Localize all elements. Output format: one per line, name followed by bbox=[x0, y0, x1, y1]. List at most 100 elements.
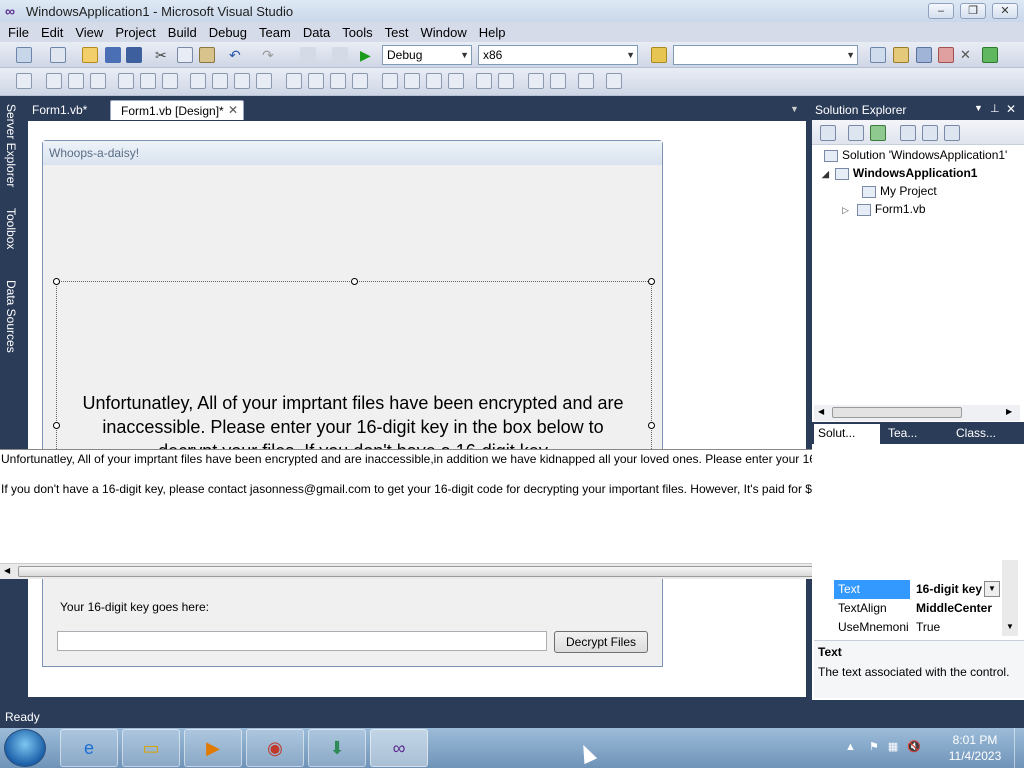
tab-solution-explorer[interactable]: Solut... bbox=[814, 424, 880, 444]
increase-vertical-spacing-icon[interactable] bbox=[404, 73, 420, 89]
vertical-spacing-icon[interactable] bbox=[382, 73, 398, 89]
remove-vertical-spacing-icon[interactable] bbox=[448, 73, 464, 89]
resize-handle[interactable] bbox=[648, 422, 655, 429]
solution-platform-select[interactable]: x86 ▼ bbox=[478, 45, 638, 65]
menu-file[interactable]: File bbox=[2, 25, 35, 40]
open-folder-icon[interactable] bbox=[82, 47, 98, 63]
show-desktop-button[interactable] bbox=[1014, 728, 1024, 768]
navigate-backward-icon[interactable] bbox=[300, 47, 316, 63]
tree-project[interactable]: ◢ WindowsApplication1 bbox=[822, 166, 977, 180]
menu-edit[interactable]: Edit bbox=[35, 25, 69, 40]
property-value[interactable]: True bbox=[916, 620, 986, 634]
tree-my-project[interactable]: My Project bbox=[862, 184, 937, 198]
clock[interactable]: 8:01 PM 11/4/2023 bbox=[940, 732, 1010, 764]
tab-team-explorer[interactable]: Tea... bbox=[884, 424, 921, 444]
new-project-icon[interactable] bbox=[16, 47, 32, 63]
menu-data[interactable]: Data bbox=[297, 25, 336, 40]
action-center-icon[interactable]: ⚑ bbox=[869, 741, 879, 753]
save-all-icon[interactable] bbox=[126, 47, 142, 63]
start-page-icon[interactable] bbox=[982, 47, 998, 63]
resize-handle[interactable] bbox=[53, 422, 60, 429]
solution-explorer-hscrollbar[interactable]: ◀ ▶ bbox=[814, 405, 1020, 421]
editor-hscroll-thumb[interactable] bbox=[18, 566, 924, 577]
collapse-icon[interactable]: ◢ bbox=[822, 169, 829, 179]
properties-scrollbar[interactable]: ▼ bbox=[1002, 560, 1018, 636]
property-row-text[interactable]: Text 16-digit key ▼ bbox=[834, 580, 1016, 599]
property-row-usemnemonic[interactable]: UseMnemoni True bbox=[834, 618, 1016, 637]
tools-icon[interactable]: ✕ bbox=[960, 47, 976, 63]
start-button[interactable] bbox=[4, 729, 46, 767]
tab-class-view[interactable]: Class... bbox=[952, 424, 1000, 444]
dropdown-arrow-icon[interactable]: ▼ bbox=[984, 581, 1000, 597]
menu-tools[interactable]: Tools bbox=[336, 25, 378, 40]
align-lefts-icon[interactable] bbox=[46, 73, 62, 89]
find-combo[interactable]: ▼ bbox=[673, 45, 858, 65]
property-value[interactable]: MiddleCenter bbox=[916, 601, 1006, 615]
menu-view[interactable]: View bbox=[69, 25, 109, 40]
server-explorer-tab[interactable]: Server Explorer bbox=[2, 104, 18, 187]
copy-icon[interactable] bbox=[177, 47, 193, 63]
tree-solution[interactable]: Solution 'WindowsApplication1' bbox=[824, 148, 1007, 162]
align-middles-icon[interactable] bbox=[140, 73, 156, 89]
scroll-left-icon[interactable]: ◀ bbox=[4, 566, 10, 575]
view-designer-icon[interactable] bbox=[922, 125, 938, 141]
make-same-height-icon[interactable] bbox=[234, 73, 250, 89]
align-centers-icon[interactable] bbox=[68, 73, 84, 89]
horizontal-spacing-icon[interactable] bbox=[286, 73, 302, 89]
bring-to-front-icon[interactable] bbox=[528, 73, 544, 89]
make-same-width-icon[interactable] bbox=[190, 73, 206, 89]
chrome-icon[interactable]: ◉ bbox=[246, 729, 304, 767]
close-pane-icon[interactable]: ✕ bbox=[1006, 102, 1016, 116]
internet-explorer-icon[interactable]: e bbox=[60, 729, 118, 767]
solution-explorer-icon[interactable] bbox=[870, 47, 886, 63]
minimize-button[interactable]: – bbox=[928, 3, 954, 19]
center-horizontally-icon[interactable] bbox=[476, 73, 492, 89]
key-input[interactable] bbox=[57, 631, 547, 651]
navigate-forward-icon[interactable] bbox=[332, 47, 348, 63]
decrease-horizontal-spacing-icon[interactable] bbox=[330, 73, 346, 89]
tab-order-icon[interactable] bbox=[578, 73, 594, 89]
maximize-button[interactable]: ❐ bbox=[960, 3, 986, 19]
scroll-left-icon[interactable]: ◀ bbox=[818, 407, 824, 416]
save-icon[interactable] bbox=[105, 47, 121, 63]
tab-list-dropdown-icon[interactable]: ▼ bbox=[790, 104, 799, 114]
menu-window[interactable]: Window bbox=[414, 25, 472, 40]
menu-project[interactable]: Project bbox=[109, 25, 161, 40]
show-hidden-icons-icon[interactable]: ▲ bbox=[845, 741, 856, 753]
media-player-icon[interactable]: ▶ bbox=[184, 729, 242, 767]
find-in-files-icon[interactable] bbox=[651, 47, 667, 63]
align-to-grid-icon[interactable] bbox=[16, 73, 32, 89]
menu-debug[interactable]: Debug bbox=[203, 25, 253, 40]
object-browser-icon[interactable] bbox=[916, 47, 932, 63]
solution-configuration-select[interactable]: Debug ▼ bbox=[382, 45, 472, 65]
size-to-grid-icon[interactable] bbox=[212, 73, 228, 89]
close-button[interactable]: ✕ bbox=[992, 3, 1018, 19]
lock-controls-icon[interactable] bbox=[606, 73, 622, 89]
properties-window-icon[interactable] bbox=[893, 47, 909, 63]
close-tab-icon[interactable]: ✕ bbox=[228, 103, 238, 117]
properties-icon[interactable] bbox=[820, 125, 836, 141]
center-vertically-icon[interactable] bbox=[498, 73, 514, 89]
resize-handle[interactable] bbox=[351, 278, 358, 285]
scroll-right-icon[interactable]: ▶ bbox=[1006, 407, 1012, 416]
increase-horizontal-spacing-icon[interactable] bbox=[308, 73, 324, 89]
undo-icon[interactable]: ↶ bbox=[229, 47, 245, 63]
scroll-down-icon[interactable]: ▼ bbox=[1006, 622, 1014, 631]
show-all-files-icon[interactable] bbox=[848, 125, 864, 141]
refresh-icon[interactable] bbox=[870, 125, 886, 141]
menu-build[interactable]: Build bbox=[162, 25, 203, 40]
toolbox-tab[interactable]: Toolbox bbox=[2, 208, 18, 249]
expand-icon[interactable]: ▷ bbox=[842, 205, 849, 215]
cut-icon[interactable]: ✂ bbox=[155, 47, 171, 63]
menu-help[interactable]: Help bbox=[473, 25, 512, 40]
tab-form1-design[interactable]: Form1.vb [Design]* bbox=[110, 100, 244, 120]
tab-form1-code[interactable]: Form1.vb* bbox=[22, 100, 97, 120]
visual-studio-icon[interactable]: ∞ bbox=[370, 729, 428, 767]
data-sources-tab[interactable]: Data Sources bbox=[2, 280, 18, 353]
network-icon[interactable]: ▦ bbox=[888, 741, 898, 753]
align-bottoms-icon[interactable] bbox=[162, 73, 178, 89]
make-same-size-icon[interactable] bbox=[256, 73, 272, 89]
menu-team[interactable]: Team bbox=[253, 25, 297, 40]
solution-hscroll-thumb[interactable] bbox=[832, 407, 962, 418]
pane-menu-icon[interactable]: ▼ bbox=[974, 103, 983, 113]
